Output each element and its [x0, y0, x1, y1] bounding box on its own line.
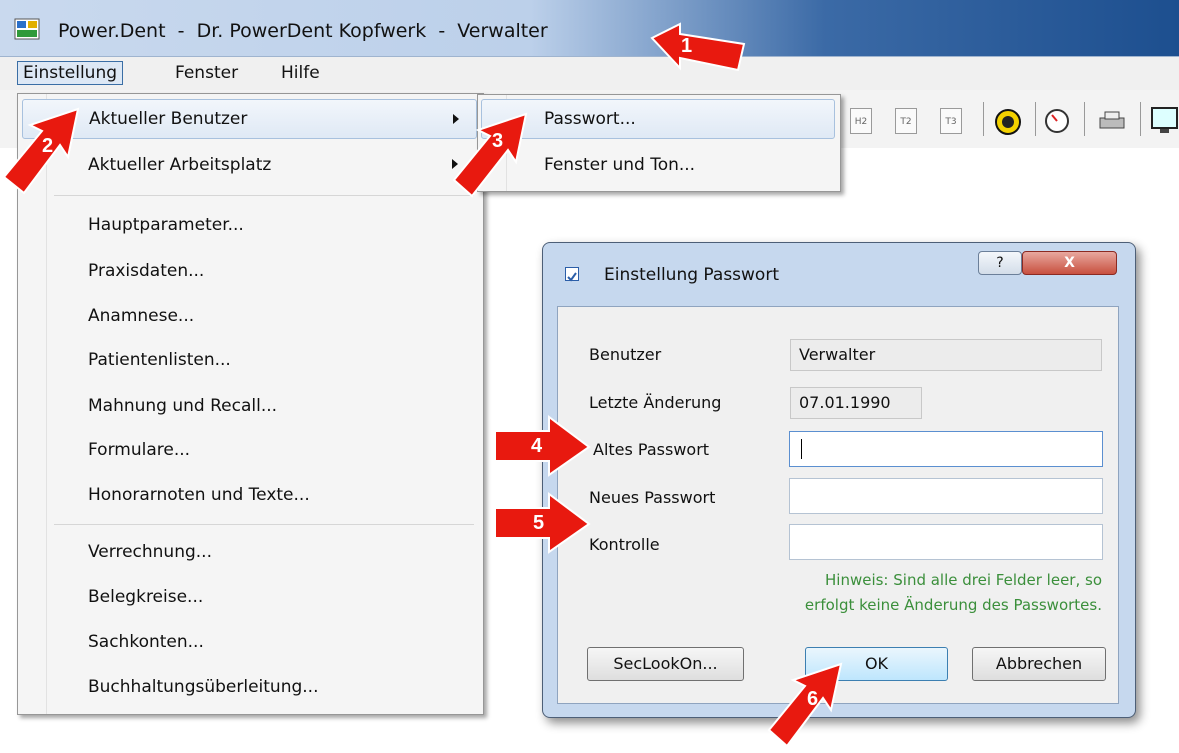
menu-item-aktueller-benutzer[interactable]: Aktueller Benutzer	[22, 99, 477, 139]
callout-arrow-6: 6	[765, 660, 845, 748]
altes-passwort-label: Altes Passwort	[593, 440, 710, 459]
menu-item-praxisdaten[interactable]: Praxisdaten...	[88, 261, 204, 281]
window-title-bar: Power.Dent - Dr. PowerDent Kopfwerk - Ve…	[0, 0, 1179, 57]
app-icon	[14, 18, 40, 40]
menu-item-verrechnung[interactable]: Verrechnung...	[88, 542, 212, 562]
menu-separator	[54, 195, 474, 196]
hint-line-2: erfolgt keine Änderung des Passwortes.	[804, 596, 1102, 614]
neues-passwort-input[interactable]	[789, 478, 1103, 514]
benutzer-value: Verwalter	[790, 339, 1102, 371]
red-arrow-icon	[767, 662, 843, 748]
help-button[interactable]: ?	[978, 251, 1022, 275]
callout-number: 5	[533, 512, 545, 534]
kontrolle-input[interactable]	[789, 524, 1103, 560]
clock-badge-icon[interactable]	[994, 108, 1022, 136]
seclookon-button[interactable]: SecLookOn...	[587, 647, 744, 681]
menu-item-fenster-ton[interactable]: Fenster und Ton...	[544, 155, 695, 175]
callout-number: 4	[531, 435, 543, 457]
cancel-button[interactable]: Abbrechen	[972, 647, 1106, 681]
callout-number: 1	[681, 35, 693, 57]
callout-arrow-5: 5	[493, 492, 591, 554]
menu-item-sachkonten[interactable]: Sachkonten...	[88, 632, 204, 652]
t2-icon[interactable]: T2	[895, 108, 917, 134]
menu-item-patientenlisten[interactable]: Patientenlisten...	[88, 350, 231, 370]
callout-arrow-3: 3	[450, 110, 530, 200]
kontrolle-label: Kontrolle	[589, 535, 660, 554]
callout-number: 3	[492, 130, 504, 152]
hint-line-1: Hinweis: Sind alle drei Felder leer, so	[825, 571, 1102, 589]
red-arrow-icon	[650, 22, 746, 72]
menu-fenster[interactable]: Fenster	[170, 62, 243, 84]
callout-number: 2	[42, 135, 54, 157]
toolbar-separator	[983, 102, 984, 136]
window-title: Power.Dent - Dr. PowerDent Kopfwerk - Ve…	[58, 20, 548, 42]
t3-icon[interactable]: T3	[940, 108, 962, 134]
menu-item-label: Aktueller Benutzer	[89, 109, 248, 129]
altes-passwort-input[interactable]	[789, 431, 1103, 467]
passwort-dialog: Einstellung Passwort ? X Benutzer Verwal…	[542, 242, 1136, 718]
close-button[interactable]: X	[1022, 251, 1117, 275]
callout-arrow-2: 2	[2, 105, 82, 195]
menu-item-anamnese[interactable]: Anamnese...	[88, 306, 194, 326]
checkmark-icon	[567, 272, 577, 282]
menu-item-belegkreise[interactable]: Belegkreise...	[88, 587, 203, 607]
neues-passwort-label: Neues Passwort	[589, 488, 716, 507]
menu-bar: Einstellung Fenster Hilfe	[0, 57, 1179, 91]
menu-einstellung[interactable]: Einstellung	[17, 61, 124, 85]
menu-item-honorarnoten[interactable]: Honorarnoten und Texte...	[88, 485, 310, 505]
menu-item-label: Passwort...	[544, 109, 636, 129]
dialog-title: Einstellung Passwort	[604, 265, 779, 285]
monitor-icon[interactable]	[1150, 106, 1179, 136]
menu-hilfe[interactable]: Hilfe	[276, 62, 325, 84]
menu-item-buchhaltungsueberleitung[interactable]: Buchhaltungsüberleitung...	[88, 677, 318, 697]
h2-icon[interactable]: H2	[850, 108, 872, 134]
callout-arrow-4: 4	[493, 415, 591, 477]
callout-arrow-1: 1	[650, 22, 746, 78]
menu-item-formulare[interactable]: Formulare...	[88, 440, 190, 460]
dialog-body: Benutzer Verwalter Letzte Änderung 07.01…	[557, 306, 1119, 704]
menu-item-mahnung-recall[interactable]: Mahnung und Recall...	[88, 396, 277, 416]
menu-item-aktueller-arbeitsplatz[interactable]: Aktueller Arbeitsplatz	[88, 155, 271, 175]
menu-item-passwort[interactable]: Passwort...	[481, 99, 835, 139]
einstellung-menu: Aktueller Benutzer Aktueller Arbeitsplat…	[17, 93, 484, 715]
menu-item-hauptparameter[interactable]: Hauptparameter...	[88, 215, 244, 235]
toolbar-separator	[1140, 102, 1141, 136]
callout-number: 6	[807, 688, 819, 710]
benutzer-submenu: Passwort... Fenster und Ton...	[477, 94, 841, 192]
timer-icon[interactable]	[1044, 108, 1070, 134]
toolbar-separator	[1035, 102, 1036, 136]
letzte-aenderung-label: Letzte Änderung	[589, 393, 722, 412]
toolbar-separator	[1084, 102, 1085, 136]
text-caret	[801, 439, 802, 459]
letzte-aenderung-value: 07.01.1990	[790, 387, 922, 419]
benutzer-label: Benutzer	[589, 345, 662, 364]
menu-separator	[54, 524, 474, 525]
printer-icon[interactable]	[1098, 110, 1126, 132]
red-arrow-icon	[452, 112, 528, 198]
checkbox-icon	[565, 267, 579, 282]
